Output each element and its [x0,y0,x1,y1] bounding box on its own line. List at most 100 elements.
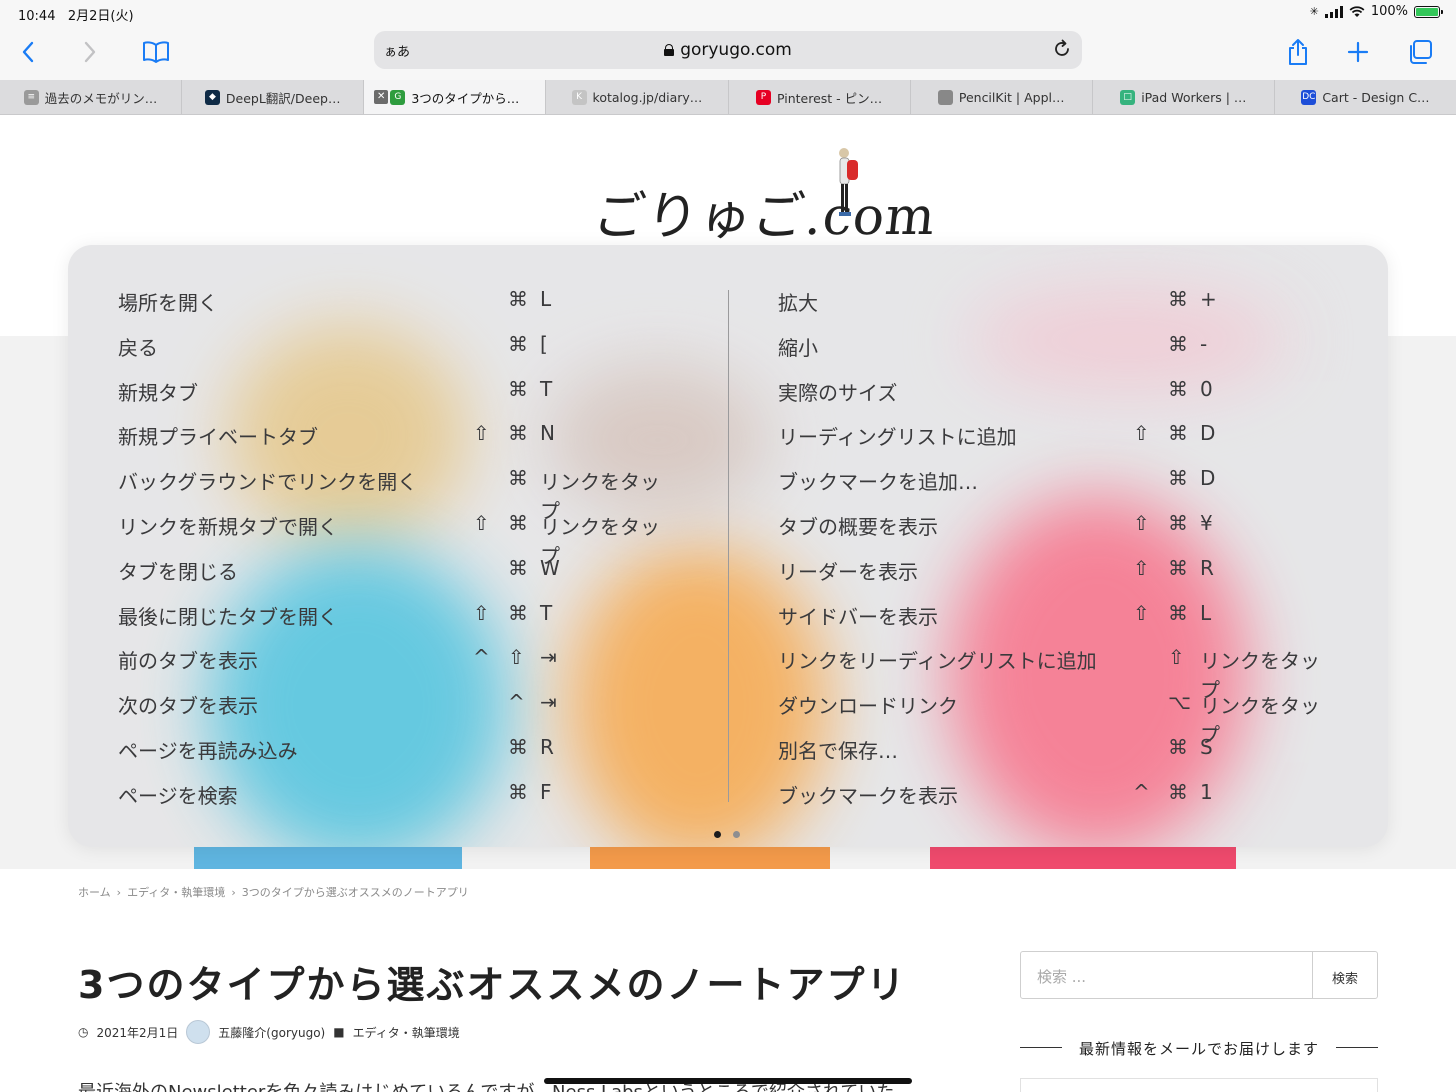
forward-button[interactable] [70,34,110,70]
share-button[interactable] [1278,34,1318,70]
tab-8[interactable]: DC Cart - Design C… [1273,80,1456,114]
bookmarks-button[interactable] [136,34,176,70]
shortcut-row: ブックマークを追加… ⌘ D [778,464,1338,494]
search-input[interactable]: 検索 ... [1021,952,1313,998]
shortcut-label: 縮小 [778,335,818,360]
page-dot-2[interactable] [733,831,740,838]
share-icon [1289,39,1307,65]
shortcut-row: 戻る ⌘ [ [118,330,678,360]
site-logo[interactable]: ごりゅご.com [590,174,940,249]
tab-label: iPad Workers | … [1141,89,1247,105]
modifier-key: ⌘ [1168,421,1188,446]
modifier-key: ⇧ [508,645,525,670]
shortcut-key: + [1200,287,1217,311]
tab-overview-button[interactable] [1400,34,1440,70]
tab-3[interactable]: ✕ G 3つのタイプから… [363,80,546,114]
browser-toolbar: ぁあ goryugo.com [0,26,1456,80]
modifier-key: ⌘ [1168,287,1188,311]
tab-4[interactable]: Kkotalog.jp/diary… [545,80,727,114]
breadcrumb-item[interactable]: ホーム [78,886,111,899]
breadcrumb-item[interactable]: 3つのタイプから選ぶオススメのノートアプリ [242,886,469,899]
chevron-right-icon [84,41,96,63]
column-divider [728,290,729,802]
shortcut-label: サイドバーを表示 [778,604,938,629]
shortcut-key: W [540,555,560,580]
shortcut-key: D [1200,421,1216,446]
home-indicator[interactable] [544,1078,912,1084]
modifier-key: ⇧ [1168,645,1185,670]
mail-signup-box [1020,1078,1378,1092]
tab-label: 3つのタイプから… [411,90,520,106]
page-indicator[interactable] [714,831,740,838]
shortcut-row: ダウンロードリンク ⌥ リンクをタップ [778,688,1338,747]
back-button[interactable] [8,34,48,70]
close-tab-icon[interactable]: ✕ [374,90,389,104]
author-avatar[interactable] [186,1020,211,1044]
folder-icon: ■ [333,1025,345,1039]
modifier-key: ⌘ [1168,511,1188,535]
breadcrumb-item[interactable]: エディタ・執筆環境 [127,886,225,899]
tab-6[interactable]: PencilKit | Appl… [909,80,1092,114]
tab-1[interactable]: ≡ 過去のメモがリン… [0,80,181,114]
shortcut-key: - [1200,331,1208,356]
tab-2[interactable]: ◆ DeepL翻訳/Deep… [181,80,363,114]
article-author[interactable]: 五藤隆介(goryugo) [218,1024,325,1041]
shortcut-row: 次のタブを表示 ^ ⇥ [118,688,678,718]
shortcut-key: D [1200,466,1216,491]
cellular-signal-icon [1324,5,1343,18]
shortcut-row: サイドバーを表示 ⇧ ⌘ L [778,599,1338,629]
shortcut-key: [ [540,331,548,356]
favicon-icon: ≡ [23,89,39,105]
shortcut-key: T [540,600,553,625]
shortcut-label: リンクをリーディングリストに追加 [778,649,1097,674]
article-category[interactable]: エディタ・執筆環境 [353,1024,460,1041]
modifier-key: ⌘ [508,779,528,804]
shortcut-row: ページを再読み込み ⌘ R [118,733,678,763]
shortcut-row: リーダーを表示 ⇧ ⌘ R [778,554,1338,584]
modifier-key: ⌘ [1168,331,1188,356]
wifi-icon [1349,5,1365,17]
modifier-key: ⌘ [508,511,528,535]
address-bar[interactable]: ぁあ goryugo.com [374,31,1082,69]
modifier-key: ⌘ [1168,600,1188,625]
modifier-key: ⌘ [1168,555,1188,580]
tab-label: Cart - Design C… [1322,89,1430,105]
plus-icon [1347,41,1369,63]
modifier-key: ⇧ [1133,511,1150,535]
shortcut-row: リンクを新規タブで開く ⇧ ⌘ リンクをタップ [118,509,678,568]
logo-person-illustration [839,148,858,216]
tab-7[interactable]: □ iPad Workers | … [1091,80,1274,114]
battery-icon [1414,5,1443,18]
shortcut-row: 実際のサイズ ⌘ 0 [778,375,1338,405]
shortcut-label: 戻る [118,335,158,360]
header-illustration-pink [930,846,1236,869]
tab-label: 過去のメモがリン… [44,90,158,106]
sidebar-search: 検索 ... 検索 [1020,951,1378,999]
favicon-icon: ◆ [204,89,220,105]
shortcut-key: L [1200,600,1212,625]
shortcut-key: N [540,421,555,446]
search-button[interactable]: 検索 [1313,952,1377,998]
modifier-key: ⇧ [1133,555,1150,580]
article-meta: ◷ 2021年2月1日 五藤隆介(goryugo) ■ エディタ・執筆環境 [78,1020,460,1044]
modifier-key: ⇧ [1133,421,1150,446]
shortcut-label: 場所を開く [118,291,218,315]
tab-label: DeepL翻訳/Deep… [225,90,341,106]
modifier-key: ⌥ [1168,690,1192,715]
reload-icon[interactable] [1050,37,1074,61]
tab-label: PencilKit | Appl… [958,89,1065,105]
modifier-key: ⌘ [508,735,528,759]
shortcut-label: 次のタブを表示 [118,694,258,719]
page-dot-1[interactable] [714,831,721,838]
shortcut-row: 最後に閉じたタブを開く ⇧ ⌘ T [118,599,678,629]
modifier-key: ^ [473,645,490,670]
book-icon [143,41,169,63]
status-right: ✳ 100% [1310,4,1443,19]
shortcut-row: バックグラウンドでリンクを開く ⌘ リンクをタップ [118,464,678,523]
shortcut-row: 新規タブ ⌘ T [118,375,678,405]
keyboard-shortcuts-overlay: 場所を開く ⌘ L 戻る ⌘ [新規タブ ⌘ T 新規プライベートタブ ⇧ ⌘ N バックグラウンドでリ… [68,245,1388,847]
new-tab-button[interactable] [1338,34,1378,70]
status-bar: 10:44 2月2日(火) ✳ 100% [0,0,1456,26]
url-display[interactable]: goryugo.com [374,40,1082,60]
tab-5[interactable]: P Pinterest - ピン… [727,80,910,114]
